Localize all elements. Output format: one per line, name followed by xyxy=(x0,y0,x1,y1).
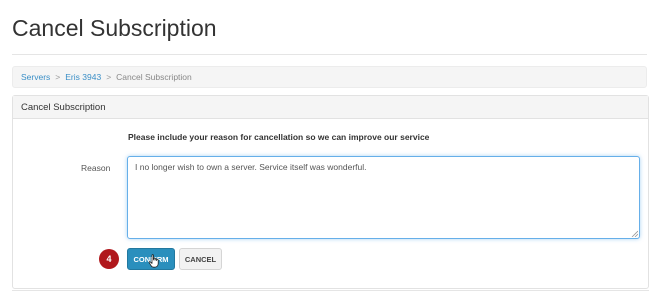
resize-grip-icon[interactable] xyxy=(631,230,638,237)
breadcrumb: Servers > Eris 3943 > Cancel Subscriptio… xyxy=(12,66,647,88)
page-title: Cancel Subscription xyxy=(12,15,217,41)
breadcrumb-current: Cancel Subscription xyxy=(116,72,192,82)
title-divider xyxy=(12,54,647,55)
reason-label: Reason xyxy=(81,163,111,173)
bottom-divider xyxy=(12,290,649,291)
cancellation-instruction: Please include your reason for cancellat… xyxy=(128,132,430,142)
breadcrumb-separator: > xyxy=(55,72,61,82)
hand-pointer-icon xyxy=(148,254,159,268)
reason-textarea[interactable]: I no longer wish to own a server. Servic… xyxy=(127,156,640,239)
breadcrumb-link-server[interactable]: Eris 3943 xyxy=(65,72,101,82)
panel-heading: Cancel Subscription xyxy=(13,96,648,119)
breadcrumb-link-servers[interactable]: Servers xyxy=(21,72,50,82)
step-badge: 4 xyxy=(99,249,119,269)
breadcrumb-separator: > xyxy=(106,72,112,82)
cancel-button[interactable]: Cancel xyxy=(179,248,222,270)
cancel-subscription-panel: Cancel Subscription Please include your … xyxy=(12,95,649,289)
